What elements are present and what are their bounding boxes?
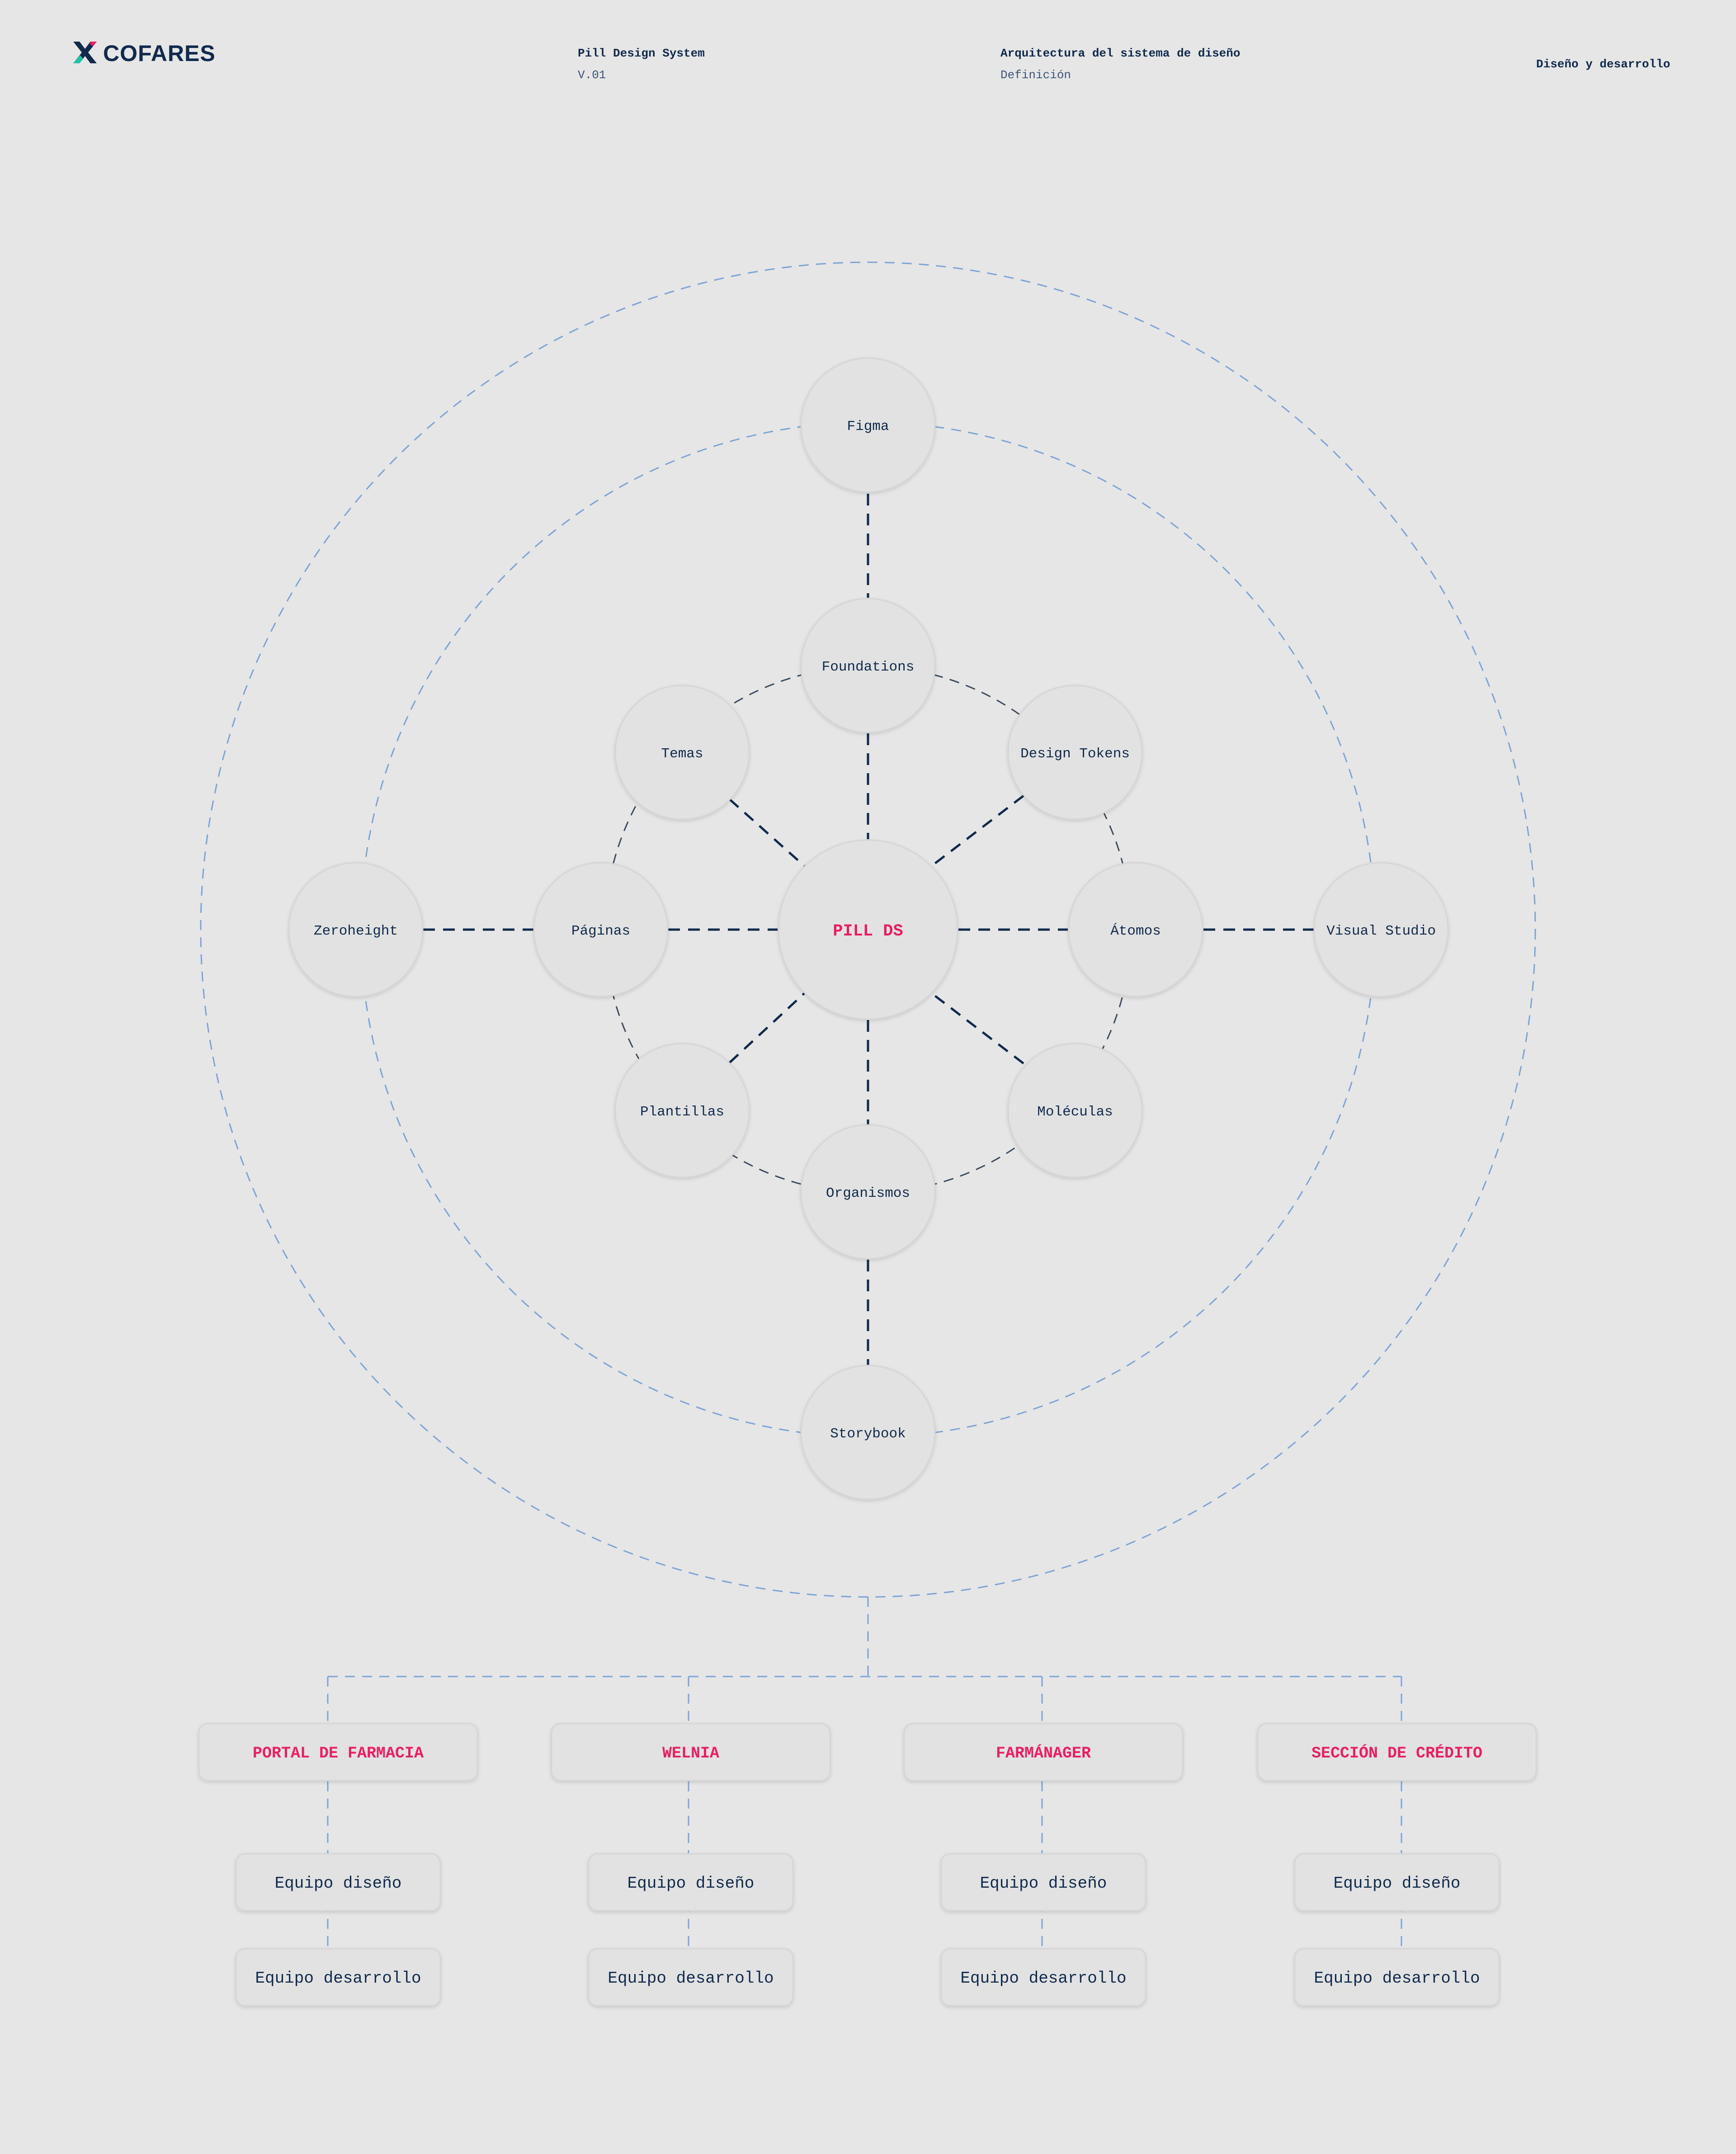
node-visual-studio-label: Visual Studio: [1326, 923, 1436, 939]
team-name: Equipo diseño: [1334, 1874, 1461, 1893]
team-card: Equipo desarrollo: [588, 1948, 794, 2007]
node-atomos: Átomos: [1068, 862, 1203, 997]
team-card: Equipo desarrollo: [940, 1948, 1146, 2007]
node-temas: Temas: [614, 685, 750, 820]
team-card: Equipo desarrollo: [1294, 1948, 1500, 2007]
node-organismos: Organismos: [800, 1124, 936, 1260]
node-zeroheight-label: Zeroheight: [314, 923, 398, 939]
connector-tokens-center: [931, 795, 1024, 867]
project-card: PORTAL DE FARMACIA: [198, 1723, 478, 1781]
team-name: Equipo diseño: [627, 1874, 755, 1893]
project-name: PORTAL DE FARMACIA: [253, 1744, 424, 1762]
node-moleculas: Moléculas: [1007, 1043, 1143, 1178]
node-foundations: Foundations: [800, 598, 936, 733]
team-card: Equipo desarrollo: [235, 1948, 441, 2007]
project-card: SECCIÓN DE CRÉDITO: [1257, 1723, 1537, 1781]
node-atomos-label: Átomos: [1110, 922, 1161, 939]
team-name: Equipo desarrollo: [1314, 1969, 1480, 1988]
node-plantillas-label: Plantillas: [640, 1104, 724, 1120]
node-zeroheight: Zeroheight: [288, 862, 424, 997]
node-paginas-label: Páginas: [571, 923, 630, 939]
node-plantillas: Plantillas: [614, 1043, 750, 1178]
architecture-diagram: Figma Storybook Zeroheight Visual Studio…: [198, 261, 1537, 2007]
project-name: FARMÁNAGER: [996, 1744, 1091, 1762]
project-name: SECCIÓN DE CRÉDITO: [1311, 1744, 1482, 1762]
team-card: Equipo diseño: [235, 1853, 441, 1912]
node-organismos-label: Organismos: [826, 1186, 910, 1201]
team-name: Equipo desarrollo: [960, 1969, 1126, 1988]
node-figma: Figma: [800, 357, 936, 493]
project-card: FARMÁNAGER: [903, 1723, 1184, 1781]
node-foundations-label: Foundations: [822, 659, 915, 675]
team-card: Equipo diseño: [1294, 1853, 1500, 1912]
connector-temas-center: [729, 798, 805, 867]
node-design-tokens-label: Design Tokens: [1020, 746, 1130, 762]
connector-moleculas-center: [931, 992, 1024, 1064]
center-label: PILL DS: [833, 922, 903, 941]
node-center: PILL DS: [778, 839, 958, 1020]
team-name: Equipo diseño: [275, 1874, 402, 1893]
connector-plantillas-center: [729, 992, 805, 1063]
node-storybook-label: Storybook: [830, 1426, 906, 1442]
node-moleculas-label: Moléculas: [1037, 1104, 1113, 1120]
project-name: WELNIA: [662, 1744, 719, 1762]
project-card: WELNIA: [551, 1723, 831, 1781]
team-name: Equipo desarrollo: [608, 1969, 774, 1988]
team-name: Equipo desarrollo: [255, 1969, 421, 1988]
team-card: Equipo diseño: [940, 1853, 1146, 1912]
node-figma-label: Figma: [847, 419, 889, 435]
node-storybook: Storybook: [800, 1365, 936, 1500]
team-name: Equipo diseño: [980, 1874, 1107, 1893]
node-visual-studio: Visual Studio: [1313, 862, 1449, 997]
node-design-tokens: Design Tokens: [1007, 685, 1143, 820]
node-paginas: Páginas: [533, 862, 669, 997]
team-card: Equipo diseño: [588, 1853, 794, 1912]
node-temas-label: Temas: [661, 746, 703, 762]
